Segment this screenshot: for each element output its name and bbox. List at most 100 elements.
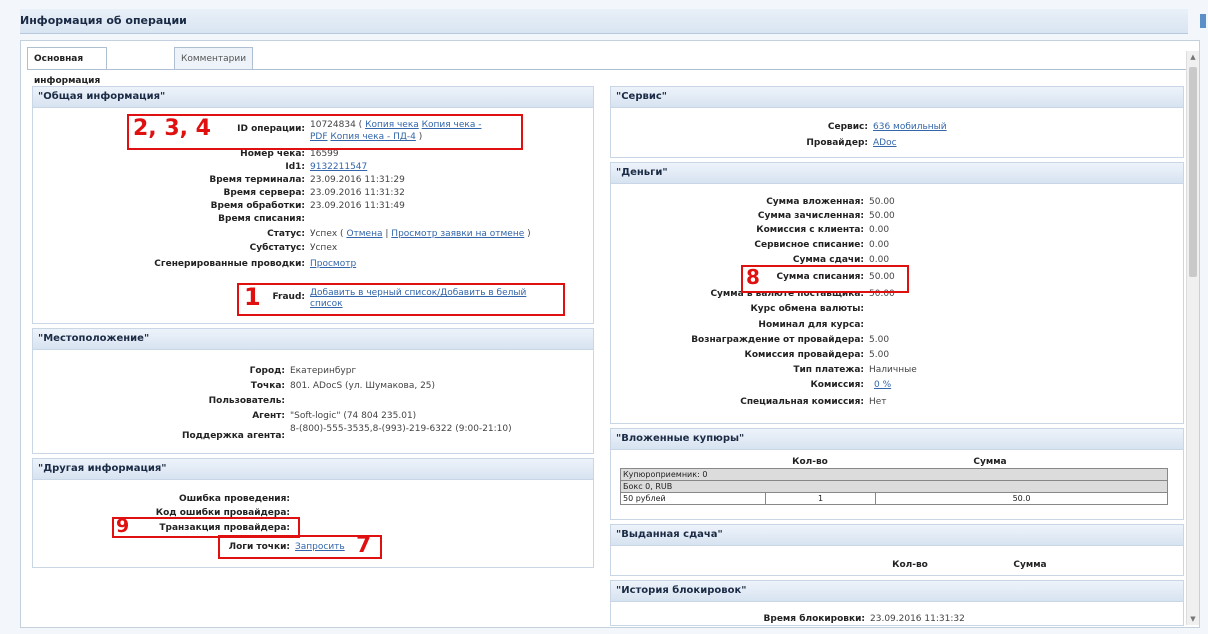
scrollbar-thumb[interactable] [1189,67,1197,277]
check-label: Номер чека: [240,149,305,159]
title-strip [20,9,1188,34]
panel-title: "Сервис" [611,87,1183,108]
support-value: 8-(800)-555-3535,8-(993)-219-6322 (9:00-… [290,424,512,434]
block-time-label: Время блокировки: [763,614,865,624]
terminal-time-value: 23.09.2016 11:31:29 [310,175,405,185]
money-row-value: 50.00 [869,211,895,221]
tab-main-info[interactable]: Основная информация [27,47,108,86]
substatus-value: Успех [310,243,338,253]
service-link[interactable]: 636 мобильный [873,122,947,132]
box-cell: Бокс 0, RUB [620,480,1168,493]
tab-divider [27,69,1193,70]
collapse-handle[interactable] [1200,14,1206,28]
money-row-value: 0.00 [869,255,890,265]
support-label: Поддержка агента: [181,431,285,441]
city-value: Екатеринбург [290,366,357,376]
service-label: Сервис: [827,122,868,132]
bills-table: Купюроприемник: 0 Бокс 0, RUB 50 рублей … [620,468,1168,505]
money-row-value: 5.00 [869,335,890,345]
money-row-value: Нет [869,397,887,407]
annotation-label-8: 8 [746,265,760,289]
money-row-value: 50.00 [869,197,895,207]
panel-title: "Местоположение" [33,329,593,350]
tab-comments[interactable]: Комментарии [174,47,254,70]
postings-view-link[interactable]: Просмотр [310,259,356,269]
scroll-down-icon[interactable]: ▼ [1189,615,1197,623]
annotation-label-9: 9 [116,515,130,537]
acceptor-cell: Купюроприемник: 0 [620,468,1168,481]
money-row-label: Сумма зачисленная: [757,211,864,221]
agent-label: Агент: [252,411,285,421]
money-row-label: Комиссия: [810,380,864,390]
status-label: Статус: [267,229,305,239]
panel-title: "Общая информация" [33,87,593,108]
panel-title: "Деньги" [611,163,1183,184]
scroll-up-icon[interactable]: ▲ [1189,53,1197,61]
status-close: ) [527,229,531,239]
change-count-header: Кол-во [892,560,928,570]
status-value: Успех ( Отмена | Просмотр заявки на отме… [310,229,531,239]
status-text: Успех ( [310,229,344,239]
annotation-label-2-3-4: 2, 3, 4 [133,116,211,141]
point-value: 801. ADocS (ул. Шумакова, 25) [290,381,436,391]
agent-value: "Soft-logic" (74 804 235.01) [290,411,417,421]
money-row-value: 5.00 [869,350,890,360]
money-row-value: 0.00 [869,240,890,250]
view-cancel-request-link[interactable]: Просмотр заявки на отмене [391,229,524,239]
terminal-time-label: Время терминала: [209,175,305,185]
provider-link[interactable]: ADoc [873,138,897,148]
error-label: Ошибка проведения: [178,494,290,504]
server-time-value: 23.09.2016 11:31:32 [310,188,405,198]
provider-label: Провайдер: [806,138,868,148]
money-row-label: Комиссия с клиента: [756,225,864,235]
id1-link[interactable]: 9132211547 [310,162,367,172]
commission-link[interactable]: 0 % [874,380,891,390]
money-row-label: Тип платежа: [793,365,864,375]
money-row-label: Вознаграждение от провайдера: [691,335,864,345]
vertical-scrollbar[interactable]: ▲ ▼ [1186,51,1199,625]
money-row-label: Номинал для курса: [758,320,864,330]
bills-sum-header: Сумма [973,457,1007,467]
money-row-label: Сумма вложенная: [766,197,864,207]
location-panel: "Местоположение" [32,328,594,454]
server-time-label: Время сервера: [223,188,305,198]
panel-title: "Выданная сдача" [611,525,1183,546]
check-value: 16599 [310,149,339,159]
block-time-value: 23.09.2016 11:31:32 [870,614,965,624]
bill-sum-cell: 50.0 [875,492,1168,505]
table-row: Бокс 0, RUB [620,480,1168,493]
users-label: Пользователь: [208,396,285,406]
annotation-box-8 [741,265,909,293]
point-label: Точка: [250,381,285,391]
annotation-label-1: 1 [244,283,261,311]
bills-count-header: Кол-во [792,457,828,467]
status-separator: | [385,229,389,239]
money-row-label: Сервисное списание: [754,240,864,250]
change-sum-header: Сумма [1013,560,1047,570]
substatus-label: Субстатус: [249,243,305,253]
money-row-label: Сумма сдачи: [792,255,864,265]
processing-time-label: Время обработки: [210,201,305,211]
panel-title: "Вложенные купюры" [611,429,1183,450]
money-row-label: Курс обмена валюты: [750,304,864,314]
id1-label: Id1: [285,162,305,172]
table-row: 50 рублей 1 50.0 [620,492,1168,505]
writeoff-time-label: Время списания: [218,214,305,224]
bill-name-cell: 50 рублей [620,492,766,505]
cancel-link[interactable]: Отмена [346,229,382,239]
annotation-label-7: 7 [356,533,372,558]
window-titlebar: Информация об операции [0,0,1208,38]
money-row-value: Наличные [869,365,917,375]
annotation-box-1 [237,283,565,316]
bill-count-cell: 1 [765,492,876,505]
money-row-label: Специальная комиссия: [740,397,864,407]
table-row: Купюроприемник: 0 [620,468,1168,481]
money-row-label: Комиссия провайдера: [744,350,865,360]
postings-label: Сгенерированные проводки: [154,259,305,269]
processing-time-value: 23.09.2016 11:31:49 [310,201,405,211]
panel-title: "Другая информация" [33,459,593,480]
panel-title: "История блокировок" [611,581,1183,602]
money-row-value: 0.00 [869,225,890,235]
city-label: Город: [249,366,285,376]
window-title: Информация об операции [20,14,187,27]
